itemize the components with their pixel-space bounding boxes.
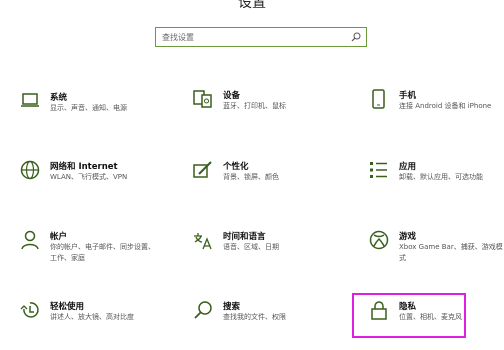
settings-tile-accounts[interactable]: 帐户 你的帐户、电子邮件、同步设置、工作、家庭 [20, 230, 170, 280]
tile-description: 显示、声音、通知、电源 [50, 104, 127, 112]
search-box[interactable] [155, 27, 367, 47]
search-icon [194, 301, 212, 319]
ease-of-access-icon [20, 302, 39, 318]
tile-title: 网络和 Internet [50, 162, 118, 172]
tile-title: 系统 [50, 93, 68, 103]
tile-description: 卸载、默认应用、可选功能 [399, 173, 483, 181]
settings-tile-devices[interactable]: 设备 蓝牙、打印机、鼠标 [193, 89, 343, 139]
tile-description: 连接 Android 设备和 iPhone [399, 102, 492, 110]
tile-description: Xbox Game Bar、捕获、游戏模式 [399, 243, 503, 262]
tile-title: 设备 [223, 91, 241, 101]
xbox-icon [369, 230, 389, 250]
tile-title: 个性化 [223, 162, 249, 172]
devices-icon [193, 90, 212, 108]
tile-description: 蓝牙、打印机、鼠标 [223, 102, 286, 110]
laptop-icon [21, 93, 39, 107]
phone-icon [372, 89, 385, 109]
settings-tile-network[interactable]: 网络和 Internet WLAN、飞行模式、VPN [20, 160, 170, 210]
tile-title: 时间和语言 [223, 232, 266, 242]
page-title: 设置 [238, 0, 266, 11]
account-icon [21, 230, 39, 250]
tile-title: 帐户 [50, 232, 68, 242]
settings-tile-ease-of-access[interactable]: 轻松使用 讲述人、放大镜、高对比度 [20, 300, 170, 350]
tile-title: 手机 [399, 91, 417, 101]
tile-description: WLAN、飞行模式、VPN [50, 173, 128, 181]
settings-tile-personalization[interactable]: 个性化 背景、锁屏、颜色 [193, 160, 343, 210]
time-language-icon [194, 233, 212, 250]
globe-icon [20, 160, 40, 180]
settings-tile-system[interactable]: 系统 显示、声音、通知、电源 [20, 91, 170, 141]
tile-title: 应用 [399, 162, 417, 172]
tile-title: 轻松使用 [50, 302, 85, 312]
search-icon[interactable] [351, 32, 361, 42]
settings-tile-phone[interactable]: 手机 连接 Android 设备和 iPhone [369, 89, 504, 139]
tile-description: 语音、区域、日期 [223, 243, 279, 251]
settings-tile-time-language[interactable]: 时间和语言 语音、区域、日期 [193, 230, 343, 280]
tile-description: 背景、锁屏、颜色 [223, 173, 279, 181]
tile-title: 搜索 [223, 302, 241, 312]
highlight-box [352, 293, 466, 338]
tile-description: 你的帐户、电子邮件、同步设置、工作、家庭 [50, 243, 155, 262]
tile-description: 讲述人、放大镜、高对比度 [50, 313, 134, 321]
personalization-icon [193, 161, 212, 178]
apps-icon [370, 162, 387, 178]
tile-description: 查找我的文件、权限 [223, 313, 286, 321]
settings-tile-search[interactable]: 搜索 查找我的文件、权限 [193, 300, 343, 350]
tile-title: 游戏 [399, 232, 417, 242]
search-input[interactable] [162, 30, 342, 44]
settings-tile-gaming[interactable]: 游戏 Xbox Game Bar、捕获、游戏模式 [369, 230, 504, 280]
settings-tile-apps[interactable]: 应用 卸载、默认应用、可选功能 [369, 160, 504, 210]
